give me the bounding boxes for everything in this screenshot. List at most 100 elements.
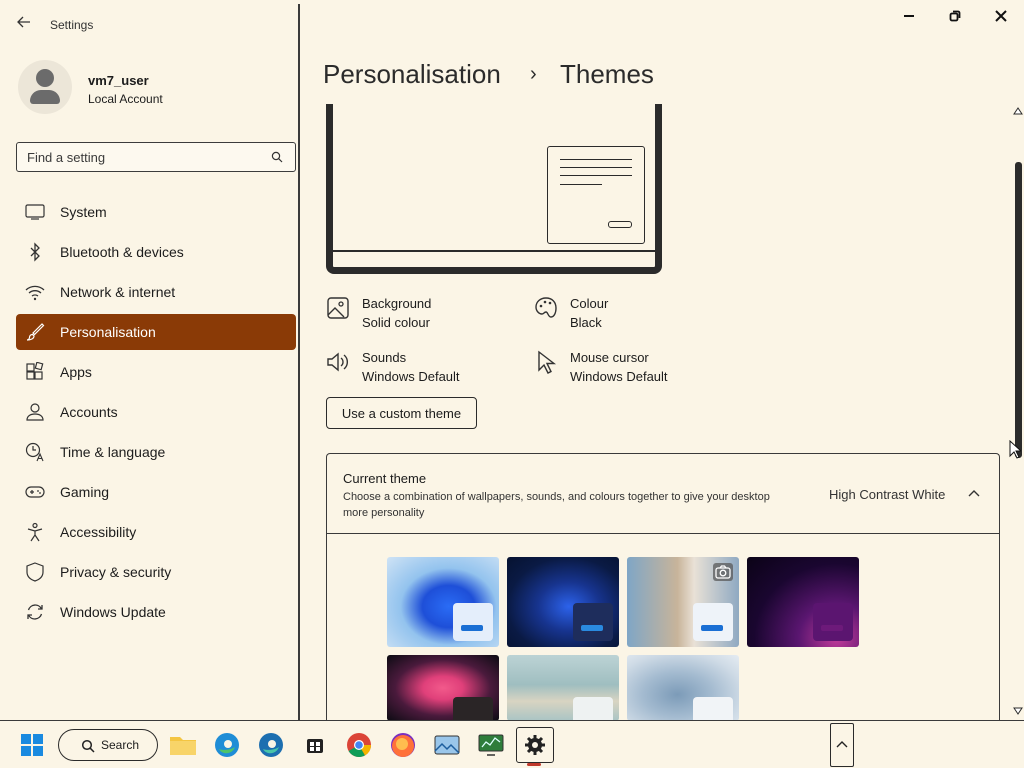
theme-thumbnail[interactable] <box>387 655 499 721</box>
mouse-cursor-property[interactable]: Mouse cursor Windows Default <box>534 350 724 390</box>
sidebar-item-gaming[interactable]: Gaming <box>16 474 296 510</box>
apps-icon <box>26 362 44 380</box>
current-theme-panel: Current theme Choose a combination of wa… <box>326 453 1000 721</box>
minimize-button[interactable] <box>897 6 921 28</box>
sidebar-item-time-language[interactable]: Time & language <box>16 434 296 470</box>
sidebar-item-system[interactable]: System <box>16 194 296 230</box>
sidebar-nav: System Bluetooth & devices Network & int… <box>16 194 296 634</box>
monitor-app-icon[interactable] <box>475 729 507 761</box>
theme-thumbnail[interactable] <box>747 557 859 647</box>
firefox-icon[interactable] <box>387 729 419 761</box>
chevron-up-icon[interactable] <box>967 487 981 501</box>
search-icon[interactable] <box>271 151 283 163</box>
taskbar-search[interactable]: Search <box>58 729 158 761</box>
panel-divider <box>327 533 999 534</box>
sidebar-item-accounts[interactable]: Accounts <box>16 394 296 430</box>
search-icon <box>81 739 95 753</box>
sidebar-divider <box>298 4 300 720</box>
sidebar-item-label: Accessibility <box>60 524 137 540</box>
sidebar-item-label: System <box>60 204 107 220</box>
user-account-type: Local Account <box>88 92 163 106</box>
start-icon[interactable] <box>16 729 48 761</box>
background-property[interactable]: Background Solid colour <box>326 296 516 336</box>
taskbar: Search <box>0 720 1024 768</box>
restore-button[interactable] <box>943 6 967 28</box>
photos-icon[interactable] <box>431 729 463 761</box>
sidebar-item-personalisation[interactable]: Personalisation <box>16 314 296 350</box>
theme-thumbnail[interactable] <box>387 557 499 647</box>
shield-icon <box>26 562 44 582</box>
theme-thumbnail[interactable] <box>507 557 619 647</box>
app-title: Settings <box>50 18 94 32</box>
sidebar-item-label: Time & language <box>60 444 166 460</box>
sidebar-item-privacy[interactable]: Privacy & security <box>16 554 296 590</box>
theme-thumbnail[interactable] <box>627 557 739 647</box>
sidebar-item-label: Network & internet <box>60 284 176 300</box>
person-icon <box>26 403 44 421</box>
breadcrumb-parent[interactable]: Personalisation <box>323 59 501 90</box>
sidebar-item-label: Bluetooth & devices <box>60 244 184 260</box>
wifi-icon <box>25 285 45 301</box>
edge-icon[interactable] <box>211 729 243 761</box>
scroll-up-icon[interactable] <box>1013 106 1023 116</box>
minimize-icon <box>904 15 914 17</box>
file-explorer-icon[interactable] <box>167 729 199 761</box>
sidebar-item-label: Windows Update <box>60 604 166 620</box>
theme-thumbnail[interactable] <box>507 655 619 721</box>
background-value: Solid colour <box>362 315 430 330</box>
chevron-up-icon <box>836 741 848 748</box>
sidebar-item-label: Gaming <box>60 484 110 500</box>
sidebar-item-network[interactable]: Network & internet <box>16 274 296 310</box>
cursor-icon <box>538 350 557 374</box>
search-box <box>16 142 296 172</box>
back-button[interactable] <box>14 14 34 34</box>
search-input[interactable] <box>27 148 262 166</box>
colour-title: Colour <box>570 296 609 311</box>
mouse-cursor-value: Windows Default <box>570 369 668 384</box>
clock-globe-icon <box>25 442 44 462</box>
use-custom-theme-button[interactable]: Use a custom theme <box>326 397 477 429</box>
sidebar-item-label: Personalisation <box>60 324 156 340</box>
camera-icon <box>713 563 733 581</box>
mouse-pointer-icon <box>1009 440 1021 459</box>
colour-property[interactable]: Colour Black <box>534 296 724 336</box>
speaker-icon <box>327 352 348 372</box>
taskbar-settings-button[interactable] <box>516 727 554 766</box>
colour-value: Black <box>570 315 602 330</box>
settings-gear-icon <box>525 735 545 755</box>
breadcrumb-separator: › <box>530 63 537 85</box>
current-theme-value[interactable]: High Contrast White <box>829 487 945 502</box>
current-theme-title: Current theme <box>343 471 427 486</box>
sidebar-item-label: Privacy & security <box>60 564 172 580</box>
theme-thumbnail[interactable] <box>627 655 739 721</box>
monitor-icon <box>25 204 45 220</box>
store-icon[interactable] <box>299 729 331 761</box>
accessibility-icon <box>27 522 43 542</box>
taskbar-search-label: Search <box>101 738 140 752</box>
chrome-icon[interactable] <box>343 729 375 761</box>
user-name: vm7_user <box>88 73 149 88</box>
sidebar-item-windows-update[interactable]: Windows Update <box>16 594 296 630</box>
close-icon <box>995 10 1007 22</box>
brush-icon <box>26 323 45 341</box>
sync-icon <box>27 604 43 620</box>
scroll-down-icon[interactable] <box>1013 706 1023 716</box>
preview-window <box>547 146 645 244</box>
avatar <box>18 60 72 114</box>
back-arrow-icon <box>17 16 30 28</box>
sidebar-item-apps[interactable]: Apps <box>16 354 296 390</box>
show-hidden-icons-button[interactable] <box>830 723 854 767</box>
sidebar-item-label: Apps <box>60 364 92 380</box>
active-app-indicator <box>527 763 541 766</box>
sounds-property[interactable]: Sounds Windows Default <box>326 350 516 390</box>
sidebar-item-bluetooth[interactable]: Bluetooth & devices <box>16 234 296 270</box>
theme-preview <box>326 104 662 274</box>
scrollbar-thumb[interactable] <box>1015 162 1022 458</box>
gamepad-icon <box>25 486 45 498</box>
current-theme-description: Choose a combination of wallpapers, soun… <box>343 491 770 519</box>
background-title: Background <box>362 296 432 311</box>
edge-beta-icon[interactable] <box>255 729 287 761</box>
sidebar-item-accessibility[interactable]: Accessibility <box>16 514 296 550</box>
sounds-title: Sounds <box>362 350 407 365</box>
close-button[interactable] <box>989 6 1013 28</box>
